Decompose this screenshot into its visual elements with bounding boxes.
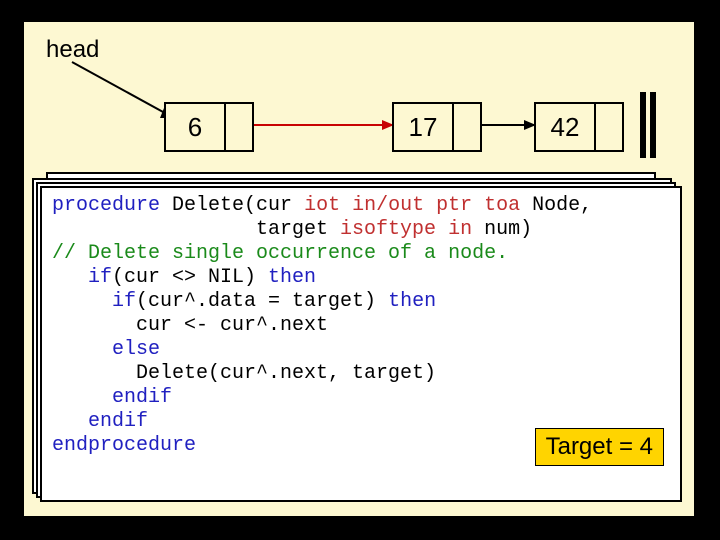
- comment: // Delete single occurrence of a node.: [52, 242, 508, 265]
- head-label: head: [46, 36, 99, 64]
- keyword: endif: [52, 386, 172, 409]
- code-text: target: [52, 218, 340, 241]
- keyword: endprocedure: [52, 434, 196, 457]
- node-pointer: [596, 104, 622, 150]
- node-17: 17: [392, 102, 482, 152]
- code-text: (cur^.data = target): [136, 290, 388, 313]
- code-text: num): [472, 218, 532, 241]
- keyword: then: [388, 290, 436, 313]
- code-text: Delete(cur: [160, 194, 304, 217]
- code-text: Node,: [520, 194, 592, 217]
- null-terminator-icon: [636, 92, 660, 158]
- keyword: then: [268, 266, 316, 289]
- node-pointer: [226, 104, 252, 150]
- diagram-frame: head 6 17 42 procedure Delete(cur iot in…: [22, 20, 696, 518]
- code-text: (cur <> NIL): [112, 266, 268, 289]
- keyword: else: [52, 338, 160, 361]
- node-value: 42: [536, 104, 596, 150]
- target-badge: Target = 4: [535, 428, 664, 466]
- node-value: 6: [166, 104, 226, 150]
- node-42: 42: [534, 102, 624, 152]
- keyword: isoftype in: [340, 218, 472, 241]
- keyword: if: [52, 266, 112, 289]
- node-value: 17: [394, 104, 454, 150]
- node-6: 6: [164, 102, 254, 152]
- keyword: procedure: [52, 194, 160, 217]
- code-text: cur <- cur^.next: [52, 314, 328, 337]
- node-pointer: [454, 104, 480, 150]
- keyword: endif: [52, 410, 148, 433]
- keyword: if: [52, 290, 136, 313]
- keyword: iot in/out ptr toa: [304, 194, 520, 217]
- code-text: Delete(cur^.next, target): [52, 362, 436, 385]
